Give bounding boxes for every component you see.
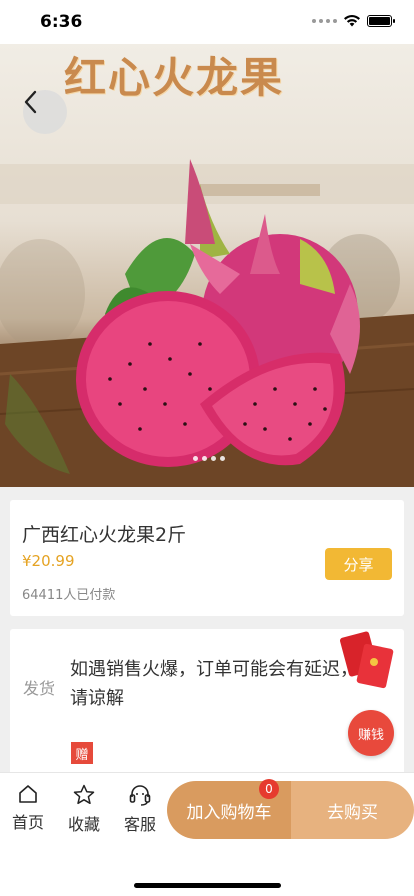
buy-now-button[interactable]: 去购买 bbox=[291, 781, 414, 839]
page-dot bbox=[211, 456, 216, 461]
status-icons bbox=[312, 14, 395, 27]
battery-icon bbox=[367, 14, 395, 27]
product-name: 广西红心火龙果2斤 bbox=[22, 524, 187, 546]
status-time: 6:36 bbox=[40, 12, 83, 32]
page-dot bbox=[202, 456, 207, 461]
earn-money-button[interactable]: 赚钱 bbox=[348, 710, 394, 756]
nav-favorite[interactable]: 收藏 bbox=[62, 783, 106, 835]
page-dot bbox=[193, 456, 198, 461]
wifi-icon bbox=[344, 14, 360, 27]
headset-icon bbox=[129, 785, 151, 806]
star-icon bbox=[73, 784, 95, 805]
shipping-notice: 如遇销售火爆，订单可能会有延迟，请谅解 bbox=[70, 659, 358, 709]
hero-title: 红心火龙果 bbox=[64, 53, 285, 102]
home-indicator bbox=[134, 883, 281, 888]
gift-badge: 赠 bbox=[71, 742, 93, 764]
product-info-card: 广西红心火龙果2斤 ¥20.99 64411人已付款 分享 bbox=[10, 500, 404, 616]
page-dot bbox=[220, 456, 225, 461]
chevron-left-icon bbox=[24, 90, 37, 114]
back-button[interactable] bbox=[23, 90, 67, 134]
signal-icon bbox=[312, 18, 337, 23]
nav-customer-service-label: 客服 bbox=[123, 815, 156, 834]
sold-count: 64411人已付款 bbox=[22, 588, 116, 603]
red-envelope-icon[interactable] bbox=[340, 628, 396, 690]
status-bar: 6:36 bbox=[0, 0, 414, 44]
product-price: ¥20.99 bbox=[22, 552, 75, 570]
product-image-carousel[interactable]: 红心火龙果 bbox=[0, 44, 414, 487]
nav-home-label: 首页 bbox=[11, 813, 44, 832]
bottom-action-bar: 首页 收藏 客服 加入购物车 0 去购买 bbox=[0, 772, 414, 896]
share-button[interactable]: 分享 bbox=[325, 548, 392, 580]
home-icon bbox=[19, 785, 37, 803]
nav-home[interactable]: 首页 bbox=[6, 783, 50, 833]
cart-count-badge: 0 bbox=[259, 779, 279, 799]
shipping-label: 发货 bbox=[23, 679, 56, 698]
nav-favorite-label: 收藏 bbox=[67, 815, 100, 834]
carousel-page-indicator bbox=[193, 456, 225, 461]
nav-customer-service[interactable]: 客服 bbox=[118, 783, 162, 835]
